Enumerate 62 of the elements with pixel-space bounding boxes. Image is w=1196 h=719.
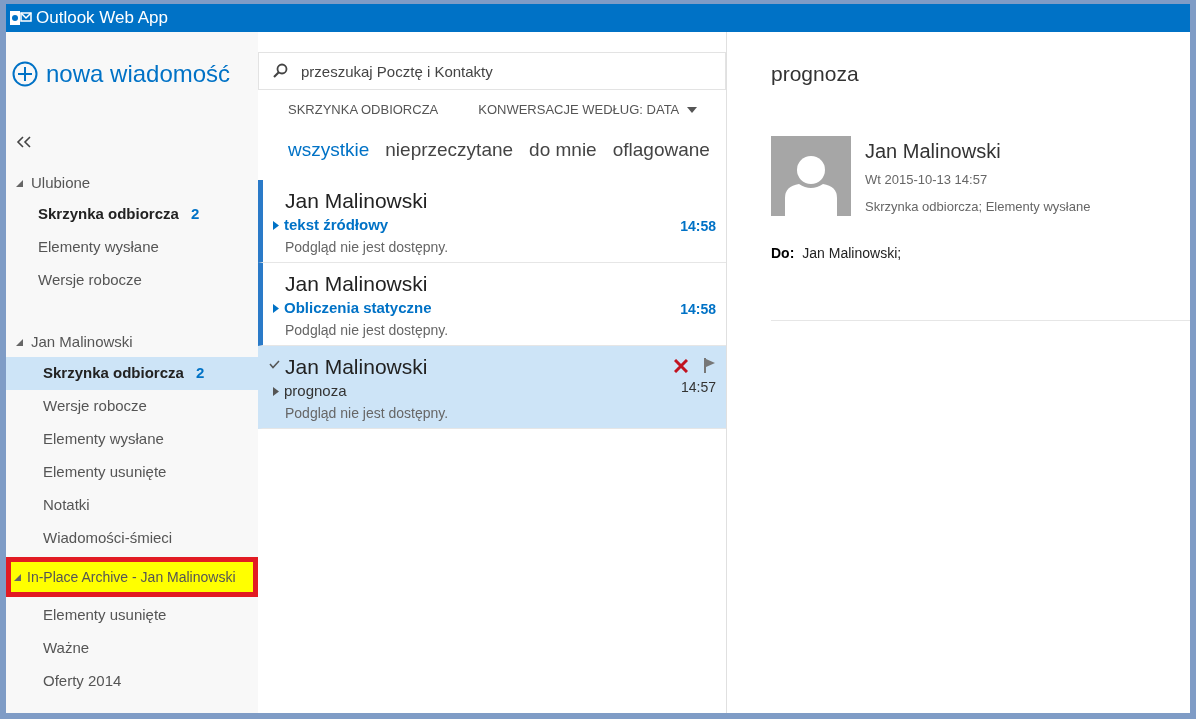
folder-group-header[interactable]: Jan Malinowski <box>6 327 258 357</box>
folder-item[interactable]: Wersje robocze <box>6 390 258 423</box>
reading-folders: Skrzynka odbiorcza; Elementy wysłane <box>865 198 1091 216</box>
folder-item[interactable]: Skrzynka odbiorcza 2 <box>6 357 258 390</box>
unread-count: 2 <box>190 204 200 225</box>
filter-tab[interactable]: oflagowane <box>612 135 710 164</box>
message-preview: Podgląd nie jest dostępny. <box>285 237 450 257</box>
search-icon <box>272 63 288 79</box>
reading-sender: Jan Malinowski <box>865 138 1002 164</box>
sort-dropdown[interactable]: KONWERSACJE WEDŁUG: DATA <box>478 100 698 120</box>
message-subject: tekst źródłowy <box>284 215 389 235</box>
folder-item[interactable]: Oferty 2014 <box>6 665 258 698</box>
flag-icon[interactable] <box>704 358 716 373</box>
caret-icon <box>687 106 698 113</box>
search-field[interactable]: przeszukaj Pocztę i Kontakty <box>258 52 726 90</box>
app-title: Outlook Web App <box>36 7 168 30</box>
message-subject: prognoza <box>284 381 347 401</box>
folder-group-header[interactable]: In-Place Archive - Jan Malinowski <box>6 557 258 597</box>
folder-item[interactable]: Ważne <box>6 632 258 665</box>
message-preview: Podgląd nie jest dostępny. <box>285 403 450 423</box>
folder-item[interactable]: Wiadomości-śmieci <box>6 522 258 555</box>
collapse-triangle-icon[interactable] <box>16 338 23 346</box>
reading-subject: prognoza <box>771 61 860 87</box>
to-label: Do: <box>771 243 795 263</box>
expand-triangle-icon[interactable] <box>273 220 279 230</box>
new-message-button[interactable]: nowa wiadomość <box>12 56 258 92</box>
sender-name: Jan Malinowski <box>285 354 429 380</box>
folder-item[interactable]: Wersje robocze <box>6 264 258 297</box>
folder-item[interactable]: Elementy wysłane <box>6 231 258 264</box>
sender-name: Jan Malinowski <box>285 271 429 297</box>
reading-date: Wt 2015-10-13 14:57 <box>865 170 989 189</box>
message-preview: Podgląd nie jest dostępny. <box>285 320 450 340</box>
plus-circle-icon <box>12 61 38 87</box>
collapse-pane-icon[interactable] <box>16 136 32 148</box>
collapse-triangle-icon[interactable] <box>14 573 21 581</box>
filter-tab[interactable]: nieprzeczytane <box>385 135 514 164</box>
folder-item[interactable]: Elementy wysłane <box>6 423 258 456</box>
expand-triangle-icon[interactable] <box>273 303 279 313</box>
folder-item[interactable]: Skrzynka odbiorcza 2 <box>6 198 258 231</box>
message-time: 14:58 <box>680 217 716 236</box>
message-subject: Obliczenia statyczne <box>284 298 432 318</box>
filter-tab[interactable]: wszystkie <box>288 135 370 164</box>
folder-item[interactable]: Elementy usunięte <box>6 599 258 632</box>
folder-group-header[interactable]: Ulubione <box>6 168 258 198</box>
sender-name: Jan Malinowski <box>285 188 429 214</box>
folder-item[interactable]: Notatki <box>6 489 258 522</box>
message-item[interactable]: Jan Malinowski prognoza Podgląd nie jest dostępny. 14:57 <box>258 346 726 429</box>
expand-triangle-icon[interactable] <box>273 386 279 396</box>
message-time: 14:58 <box>680 300 716 319</box>
outlook-logo-icon <box>10 10 32 26</box>
unread-count: 2 <box>195 363 205 384</box>
message-item[interactable]: Jan Malinowski tekst źródłowy Podgląd nie jest dostępny. 14:58 <box>258 180 726 263</box>
message-time: 14:57 <box>680 378 716 397</box>
folder-item[interactable]: Elementy usunięte <box>6 456 258 489</box>
avatar-silhouette-icon <box>771 135 851 216</box>
collapse-triangle-icon[interactable] <box>16 179 23 187</box>
checkmark-icon[interactable] <box>268 360 280 369</box>
filter-tab[interactable]: do mnie <box>529 135 597 164</box>
recipient-name: Jan Malinowski; <box>802 243 902 263</box>
delete-icon[interactable] <box>674 358 688 373</box>
message-item[interactable]: Jan Malinowski Obliczenia statyczne Podgląd nie jest dostępny. 14:58 <box>258 263 726 346</box>
folder-name-label: SKRZYNKA ODBIORCZA <box>288 101 439 119</box>
